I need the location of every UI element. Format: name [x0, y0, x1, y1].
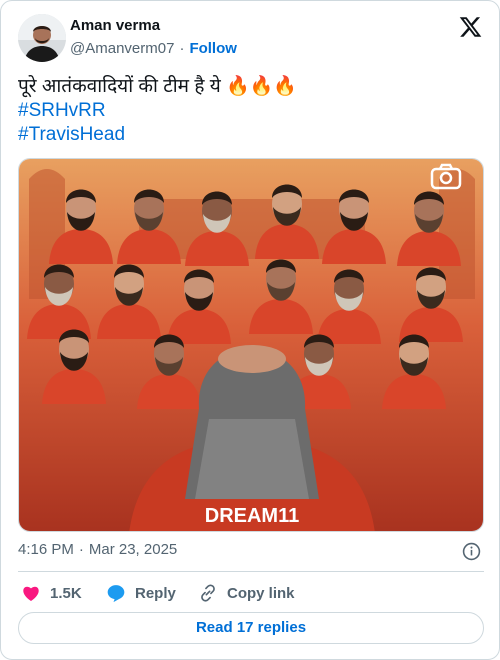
avatar[interactable] — [18, 14, 66, 62]
link-icon — [201, 584, 215, 602]
tweet-text: पूरे आतंकवादियों की टीम है ये 🔥🔥🔥 #SRHvR… — [18, 75, 484, 147]
reply-button[interactable]: Reply — [106, 579, 176, 607]
author-handle[interactable]: @Amanverm07 — [70, 40, 174, 57]
tweet-time: 4:16 PM — [18, 541, 74, 558]
tweet-card: Aman verma @Amanverm07 · Follow पूरे आतंकव… — [0, 0, 500, 660]
like-button[interactable]: 1.5K — [21, 579, 82, 607]
separator-dot: · — [78, 541, 84, 558]
team-photo: DREAM11 — [19, 159, 483, 531]
tweet-timestamp[interactable]: 4:16 PM · Mar 23, 2025 — [18, 541, 177, 558]
tweet-body: पूरे आतंकवादियों की टीम है ये 🔥🔥🔥 — [18, 76, 297, 97]
info-icon[interactable] — [462, 542, 481, 561]
like-count: 1.5K — [50, 584, 82, 602]
separator-dot: · — [179, 40, 185, 57]
divider — [18, 571, 484, 572]
copy-link-label: Copy link — [227, 584, 295, 602]
read-replies-button[interactable]: Read 17 replies — [18, 612, 484, 644]
camera-icon — [430, 163, 462, 190]
tweet-date: Mar 23, 2025 — [88, 541, 178, 558]
hashtag-srhvrr[interactable]: #SRHvRR — [18, 99, 484, 123]
author-handle-row: @Amanverm07 · Follow — [70, 40, 237, 57]
tweet-image[interactable]: DREAM11 — [18, 158, 484, 532]
follow-button[interactable]: Follow — [189, 40, 237, 57]
reply-label: Reply — [135, 584, 176, 602]
center-sponsor-text: DREAM11 — [205, 505, 299, 527]
x-logo-icon[interactable] — [458, 15, 483, 39]
heart-icon — [23, 586, 39, 601]
copy-link-button[interactable]: Copy link — [198, 579, 295, 607]
author-name[interactable]: Aman verma — [70, 17, 160, 34]
hashtag-travishead[interactable]: #TravisHead — [18, 123, 484, 147]
reply-bubble-icon — [107, 585, 125, 603]
